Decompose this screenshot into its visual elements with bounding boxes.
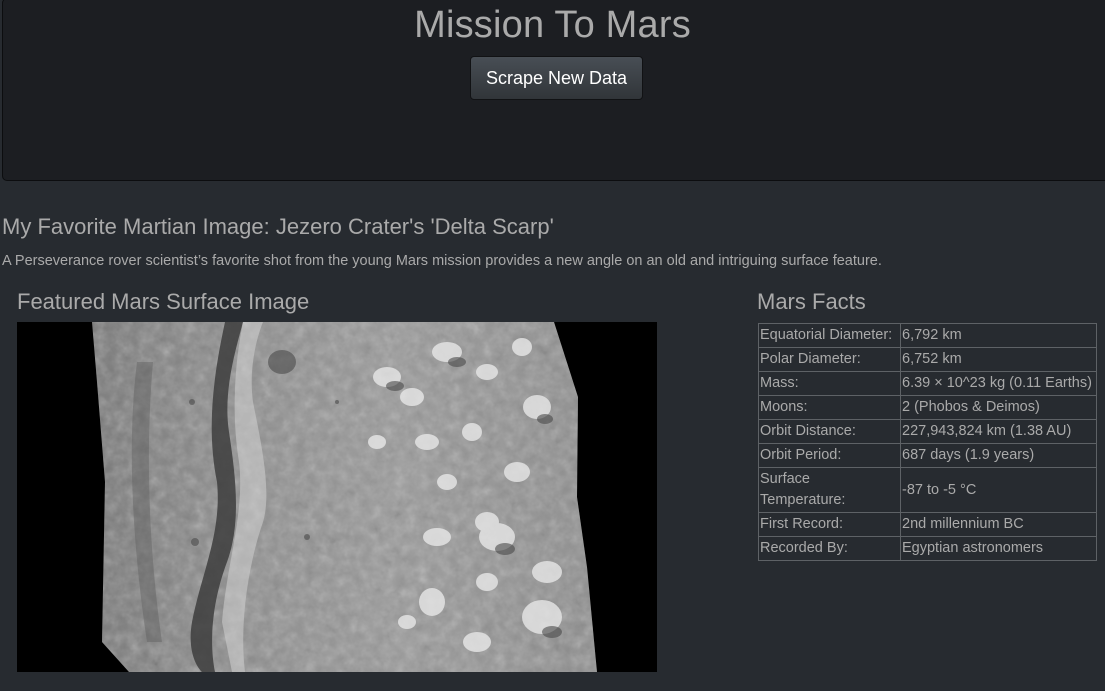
mars-facts-table: Equatorial Diameter: 6,792 km Polar Diame…: [758, 323, 1097, 561]
fact-label: Equatorial Diameter:: [758, 323, 901, 348]
fact-label: Recorded By:: [758, 536, 901, 561]
table-row: First Record: 2nd millennium BC: [758, 512, 1097, 537]
scrape-new-data-button[interactable]: Scrape New Data: [470, 56, 643, 100]
fact-label: Surface Temperature:: [758, 467, 901, 513]
fact-value: 6.39 × 10^23 kg (0.11 Earths): [900, 371, 1097, 396]
page-title: Mission To Mars: [414, 4, 691, 46]
table-row: Surface Temperature: -87 to -5 °C: [758, 467, 1097, 513]
fact-label: Mass:: [758, 371, 901, 396]
fact-label: Orbit Period:: [758, 443, 901, 468]
fact-value: 6,752 km: [900, 347, 1097, 372]
fact-value: 687 days (1.9 years): [900, 443, 1097, 468]
fact-value: 2 (Phobos & Deimos): [900, 395, 1097, 420]
fact-label: Moons:: [758, 395, 901, 420]
featured-image-heading: Featured Mars Surface Image: [17, 289, 310, 314]
table-row: Equatorial Diameter: 6,792 km: [758, 323, 1097, 348]
news-paragraph: A Perseverance rover scientist’s favorit…: [2, 253, 882, 269]
table-row: Recorded By: Egyptian astronomers: [758, 536, 1097, 561]
table-row: Orbit Distance: 227,943,824 km (1.38 AU): [758, 419, 1097, 444]
fact-value: -87 to -5 °C: [900, 467, 1097, 513]
fact-value: Egyptian astronomers: [900, 536, 1097, 561]
mars-surface-photo: [92, 322, 597, 672]
news-title: My Favorite Martian Image: Jezero Crater…: [2, 214, 554, 239]
fact-value: 6,792 km: [900, 323, 1097, 348]
fact-label: Polar Diameter:: [758, 347, 901, 372]
table-row: Polar Diameter: 6,752 km: [758, 347, 1097, 372]
fact-label: First Record:: [758, 512, 901, 537]
mars-facts-heading: Mars Facts: [757, 289, 866, 314]
featured-mars-image: [17, 322, 657, 672]
fact-value: 227,943,824 km (1.38 AU): [900, 419, 1097, 444]
fact-label: Orbit Distance:: [758, 419, 901, 444]
table-row: Mass: 6.39 × 10^23 kg (0.11 Earths): [758, 371, 1097, 396]
table-row: Moons: 2 (Phobos & Deimos): [758, 395, 1097, 420]
fact-value: 2nd millennium BC: [900, 512, 1097, 537]
table-row: Orbit Period: 687 days (1.9 years): [758, 443, 1097, 468]
